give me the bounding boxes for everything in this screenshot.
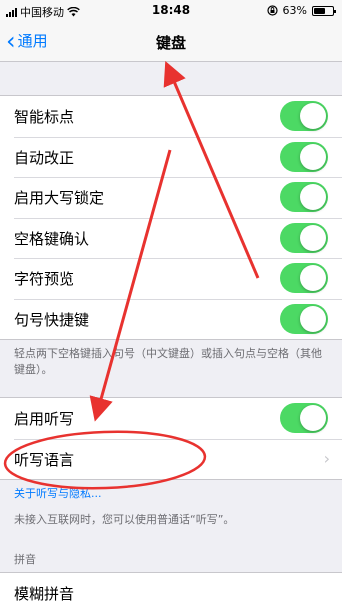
- period-shortcut-footer: 轻点两下空格键插入句号（中文键盘）或插入句点与空格（其他键盘）。: [14, 347, 322, 376]
- setting-row-enable-dictation: 启用听写: [0, 398, 342, 439]
- navigation-bar: ‹ 通用 键盘: [0, 22, 342, 62]
- space-confirm-toggle[interactable]: [280, 222, 328, 253]
- rotation-lock-icon: [266, 5, 278, 16]
- battery-fill: [314, 7, 325, 14]
- battery-icon: [312, 5, 336, 16]
- fuzzy-pinyin-row[interactable]: 模糊拼音: [0, 573, 342, 607]
- toggle-knob: [300, 103, 326, 129]
- setting-label: 模糊拼音: [14, 585, 75, 603]
- dictation-privacy-link[interactable]: 关于听写与隐私...: [14, 486, 332, 502]
- setting-label: 启用听写: [14, 410, 75, 428]
- keyboard-settings-group: 智能标点 自动改正 启用大写锁定 空格键确认 字符预览 句号快捷键: [0, 95, 342, 340]
- page-title: 键盘: [155, 34, 186, 52]
- toggle-knob: [300, 143, 326, 170]
- pinyin-group: 模糊拼音: [0, 572, 342, 607]
- setting-row-smart-punctuation: 智能标点: [0, 96, 342, 137]
- setting-row-caps-lock: 启用大写锁定: [0, 177, 342, 218]
- setting-row-space-confirm: 空格键确认: [0, 217, 342, 259]
- toggle-knob: [300, 184, 326, 210]
- character-preview-toggle[interactable]: [280, 263, 328, 293]
- status-right: 63%: [266, 4, 336, 17]
- setting-label: 启用大写锁定: [14, 189, 105, 207]
- setting-label: 自动改正: [14, 148, 75, 167]
- setting-row-auto-correct: 自动改正: [0, 136, 342, 178]
- toggle-knob: [300, 224, 326, 251]
- toggle-knob: [300, 405, 326, 431]
- dictation-language-row[interactable]: 听写语言 ›: [0, 438, 342, 480]
- pinyin-section-header: 拼音: [14, 553, 36, 566]
- period-shortcut-toggle[interactable]: [280, 303, 328, 334]
- setting-label: 听写语言: [14, 450, 75, 469]
- enable-dictation-toggle[interactable]: [280, 403, 328, 433]
- toggle-knob: [300, 265, 326, 291]
- toggle-knob: [300, 305, 326, 332]
- smart-punctuation-toggle[interactable]: [280, 101, 328, 131]
- dictation-offline-note: 未接入互联网时，您可以使用普通话“听写”。: [14, 513, 235, 526]
- setting-label: 空格键确认: [14, 229, 90, 248]
- status-bar: 中国移动 18:48 63%: [0, 0, 342, 22]
- setting-label: 智能标点: [14, 108, 75, 126]
- battery-percent: 63%: [282, 4, 307, 17]
- setting-label: 句号快捷键: [14, 310, 90, 329]
- auto-correct-toggle[interactable]: [280, 141, 328, 172]
- dictation-group: 启用听写 听写语言 ›: [0, 397, 342, 480]
- setting-row-character-preview: 字符预览: [0, 258, 342, 299]
- setting-label: 字符预览: [14, 270, 75, 288]
- chevron-right-icon: ›: [323, 448, 330, 468]
- setting-row-period-shortcut: 句号快捷键: [0, 298, 342, 340]
- caps-lock-toggle[interactable]: [280, 182, 328, 212]
